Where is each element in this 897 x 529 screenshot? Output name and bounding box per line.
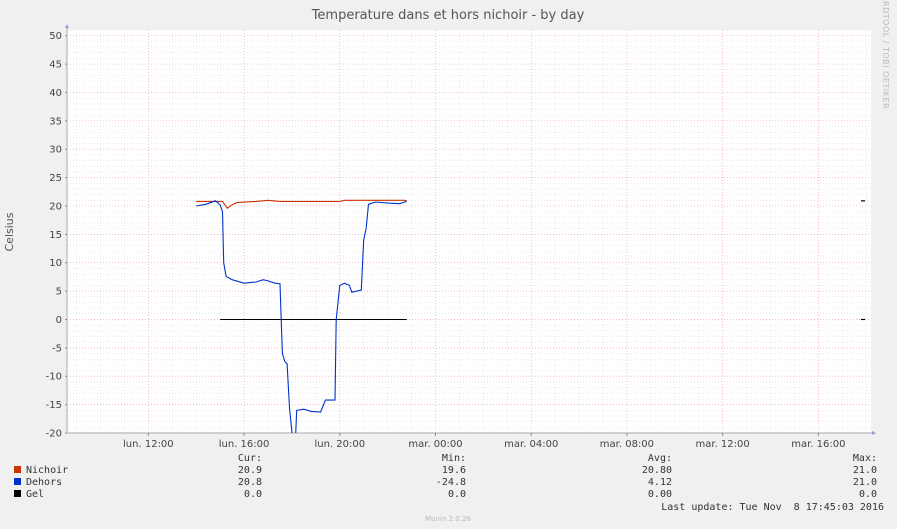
plot-area [67,30,871,433]
x-tick-label: lun. 16:00 [219,439,270,450]
x-tick-label: mar. 00:00 [408,439,462,450]
y-tick-label: 30 [49,145,62,156]
legend-swatch-gel [14,490,21,497]
legend-header-cur: Cur: [238,453,262,464]
legend-max-nichoir: 21.0 [853,465,877,476]
x-axis-arrow [872,431,876,435]
legend-max-dehors: 21.0 [853,477,877,488]
legend-avg-dehors: 4.12 [648,477,672,488]
chart-title: Temperature dans et hors nichoir - by da… [311,8,585,23]
x-tick-label: mar. 08:00 [600,439,654,450]
legend-min-gel: 0.0 [448,489,466,500]
y-tick-label: 35 [49,116,62,127]
last-update: Last update: Tue Nov 8 17:45:03 2016 [661,502,884,513]
legend-name-nichoir: Nichoir [26,465,68,476]
legend-header-min: Min: [442,453,466,464]
legend-swatch-nichoir [14,466,21,473]
y-tick-label: -15 [46,400,62,411]
x-tick-label: mar. 12:00 [696,439,750,450]
rrdtool-credit: RRDTOOL / TOBI OETIKER [881,0,890,109]
legend-name-dehors: Dehors [26,477,62,488]
y-tick-label: 40 [49,88,62,99]
legend-avg-nichoir: 20.80 [642,465,672,476]
legend-cur-dehors: 20.8 [238,477,262,488]
y-tick-label: 50 [49,31,62,42]
legend: Cur: Min: Avg: Max: Nichoir 20.9 19.6 20… [14,453,884,513]
y-tick-label: -10 [46,372,62,383]
munin-version: Munin 2.0.26 [425,515,471,523]
y-tick-label: 20 [49,201,62,212]
y-tick-label: 10 [49,258,62,269]
y-axis-arrow [65,24,69,28]
y-tick-label: 15 [49,230,62,241]
y-tick-label: -5 [52,343,62,354]
legend-swatch-dehors [14,478,21,485]
legend-cur-nichoir: 20.9 [238,465,262,476]
chart: Temperature dans et hors nichoir - by da… [3,0,890,523]
x-tick-label: lun. 12:00 [123,439,174,450]
y-tick-label: 5 [56,287,62,298]
legend-header-max: Max: [853,453,877,464]
legend-name-gel: Gel [26,489,44,500]
x-tick-label: mar. 16:00 [791,439,845,450]
legend-min-dehors: -24.8 [436,477,466,488]
y-tick-label: 25 [49,173,62,184]
x-tick-label: lun. 20:00 [314,439,365,450]
y-axis-label: Celsius [3,212,16,251]
legend-avg-gel: 0.00 [648,489,672,500]
legend-cur-gel: 0.0 [244,489,262,500]
y-tick-label: 0 [56,315,62,326]
y-tick-label: -20 [46,429,62,440]
x-tick-label: mar. 04:00 [504,439,558,450]
legend-max-gel: 0.0 [859,489,877,500]
legend-header-avg: Avg: [648,453,672,464]
y-tick-label: 45 [49,60,62,71]
legend-min-nichoir: 19.6 [442,465,466,476]
